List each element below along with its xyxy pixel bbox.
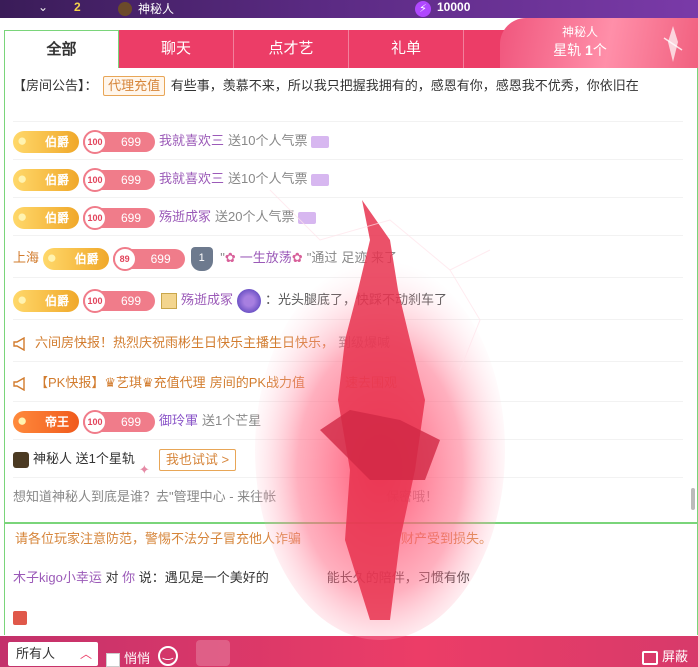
username-link[interactable]: 一生放荡: [240, 250, 292, 265]
scrollbar[interactable]: [691, 488, 695, 510]
star-orbit-gift-icon: [663, 26, 683, 62]
go-watch-link[interactable]: 速去围观: [345, 375, 397, 390]
chat-feed[interactable]: 【房间公告】： 代理充值 有些事，羡慕不来，所以我只把握我拥有的，感恩有你，感恩…: [4, 68, 698, 523]
emoji-icon[interactable]: [158, 646, 178, 666]
top-nickname: 神秘人: [138, 2, 175, 16]
heart-icon: 100: [83, 205, 107, 230]
gift-notice-card[interactable]: 神秘人 星轨 1个: [500, 18, 698, 68]
heart-icon: 100: [83, 129, 107, 154]
list-item: 神秘人 送1个星轨✦ 我也试试 >: [13, 440, 683, 478]
flower-icon: ✿: [291, 250, 303, 265]
room-announcement: 【房间公告】： 代理充值 有些事，羡慕不来，所以我只把握我拥有的，感恩有你，感恩…: [13, 72, 683, 122]
recipient-select[interactable]: 所有人 ︿: [8, 642, 98, 666]
vip-ring-icon: [237, 288, 262, 313]
mystery-gift-text: 神秘人 送1个星轨: [33, 451, 135, 466]
pk-label: 【PK快报】: [35, 375, 105, 390]
heart-icon: 89: [112, 246, 137, 271]
gift-card-title: 神秘人: [561, 25, 598, 39]
list-item: 帝王100699 御玲軍送1个芒星: [13, 402, 683, 440]
level-badge: 100 699: [83, 205, 155, 230]
star-orbit-icon: ✦: [138, 461, 150, 477]
heart-icon: 100: [83, 288, 107, 313]
username-link[interactable]: 充值代理: [154, 375, 206, 390]
ticket-icon: [311, 135, 330, 148]
guard-shield-icon: 1: [190, 246, 213, 271]
private-chat-panel: 木子kigo小幸运 对 你 说：遇见是一个美好的 能长久的陪伴，习惯有你: [4, 555, 698, 635]
whisper-checkbox[interactable]: [106, 652, 120, 667]
announcement-text: 有些事，羡慕不来，所以我只把握我拥有的，感恩有你，感恩我不优秀，你依旧在: [170, 78, 639, 93]
list-item: 伯爵100699 殇逝成冢 ：光头腿底了，快踩不动刹车了: [13, 280, 683, 320]
list-item: 伯爵100699 我就喜欢三送10个人气票: [13, 122, 683, 160]
coin-balance: 10000: [437, 0, 471, 14]
ticket-icon: [298, 211, 317, 224]
megaphone-icon: [13, 336, 25, 351]
list-item: 伯爵100699 我就喜欢三送10个人气票: [13, 160, 683, 198]
fan-badge-icon: [161, 292, 177, 309]
agent-recharge-tag[interactable]: 代理充值: [103, 76, 166, 96]
gift-text: 送20个人气票: [215, 209, 295, 224]
list-item: 上海 伯爵896991 "✿一生放荡✿"通过足迹 来了: [13, 238, 683, 278]
rank-badge: 帝王: [13, 410, 79, 433]
list-item: 伯爵100699 殇逝成冢送20个人气票: [13, 198, 683, 236]
mystery-avatar-icon: [13, 451, 29, 468]
block-button[interactable]: 屏蔽: [641, 646, 688, 665]
tab-talent[interactable]: 点才艺: [234, 30, 349, 68]
lightning-coin-icon: ⚡: [415, 1, 431, 17]
city-label: 上海: [13, 250, 40, 265]
level-badge: 100 699: [83, 409, 155, 434]
avatar: [118, 2, 132, 16]
list-item: 想知道神秘人到底是谁？去"管理中心 - 来往帐 保密哦！: [13, 489, 439, 504]
block-icon: [641, 650, 658, 665]
input-toolbar: 所有人︿ 悄悄 屏蔽: [0, 636, 698, 667]
level-badge: 100 699: [83, 167, 155, 192]
rank-badge: 伯爵: [13, 168, 79, 191]
announcement-label: 【房间公告】：: [13, 78, 98, 93]
ticket-icon: [311, 173, 330, 186]
gift-text: 送10个人气票: [228, 133, 308, 148]
gift-card-count: 星轨 1个: [553, 42, 607, 58]
try-it-button[interactable]: 我也试试 >: [158, 448, 237, 471]
username-link[interactable]: 殇逝成冢: [159, 209, 211, 224]
chat-message: 木子kigo小幸运 对 你 说：遇见是一个美好的 能长久的陪伴，习惯有你: [13, 570, 470, 585]
username-link[interactable]: 艺琪: [116, 375, 142, 390]
rank-badge: 伯爵: [13, 289, 79, 312]
megaphone-icon[interactable]: [13, 611, 27, 625]
whisper-toggle[interactable]: 悄悄: [106, 648, 150, 667]
security-warning: 请各位玩家注意防范，警惕不法分子冒充他人诈骗 财产受到损失。: [4, 523, 698, 555]
list-item: 【PK快报】♛艺琪♛充值代理 房间的PK战力值 速去围观: [13, 364, 683, 402]
megaphone-icon: [13, 376, 25, 391]
heart-icon: 100: [83, 167, 107, 192]
username-link[interactable]: 我就喜欢三: [159, 171, 224, 186]
username-link[interactable]: 木子kigo小幸运: [13, 570, 102, 585]
crown-icon: ♛: [104, 375, 116, 390]
rank-badge: 伯爵: [42, 247, 109, 270]
rank-number: 2: [74, 0, 81, 14]
top-bar: ⌄ 2 神秘人 ⚡ 10000: [0, 0, 698, 18]
tab-all[interactable]: 全部: [4, 30, 119, 68]
level-badge: 100 699: [83, 288, 155, 313]
gift-icon[interactable]: [196, 640, 230, 666]
flower-icon: ✿: [224, 250, 236, 265]
list-item: 六间房快报！热烈庆祝雨彬生日快乐主播生日快乐， 到级爆喊: [13, 324, 683, 362]
heart-icon: 100: [83, 409, 107, 434]
chevron-down-icon[interactable]: ⌄: [38, 0, 48, 14]
broadcast-text[interactable]: 六间房快报！热烈庆祝雨彬生日快乐主播生日快乐，: [35, 335, 334, 350]
rank-badge: 伯爵: [13, 130, 79, 153]
target-user[interactable]: 你: [122, 570, 135, 585]
username-link[interactable]: 御玲軍: [159, 413, 198, 428]
hint-text: 想知道神秘人到底是谁？去"管理中心 - 来往帐: [13, 489, 277, 504]
chevron-up-icon: ︿: [79, 647, 92, 661]
gift-text: 送1个芒星: [202, 413, 262, 428]
gift-text: 送10个人气票: [228, 171, 308, 186]
tab-chat[interactable]: 聊天: [119, 30, 234, 68]
crown-icon: ♛: [142, 375, 154, 390]
rank-badge: 伯爵: [13, 206, 79, 229]
username-link[interactable]: 殇逝成冢: [181, 292, 233, 307]
chat-text: ：光头腿底了，快踩不动刹车了: [265, 292, 448, 307]
tab-gift-list[interactable]: 礼单: [349, 30, 464, 68]
level-badge: 100 699: [83, 129, 155, 154]
level-badge: 89 699: [112, 246, 185, 271]
username-link[interactable]: 我就喜欢三: [159, 133, 224, 148]
